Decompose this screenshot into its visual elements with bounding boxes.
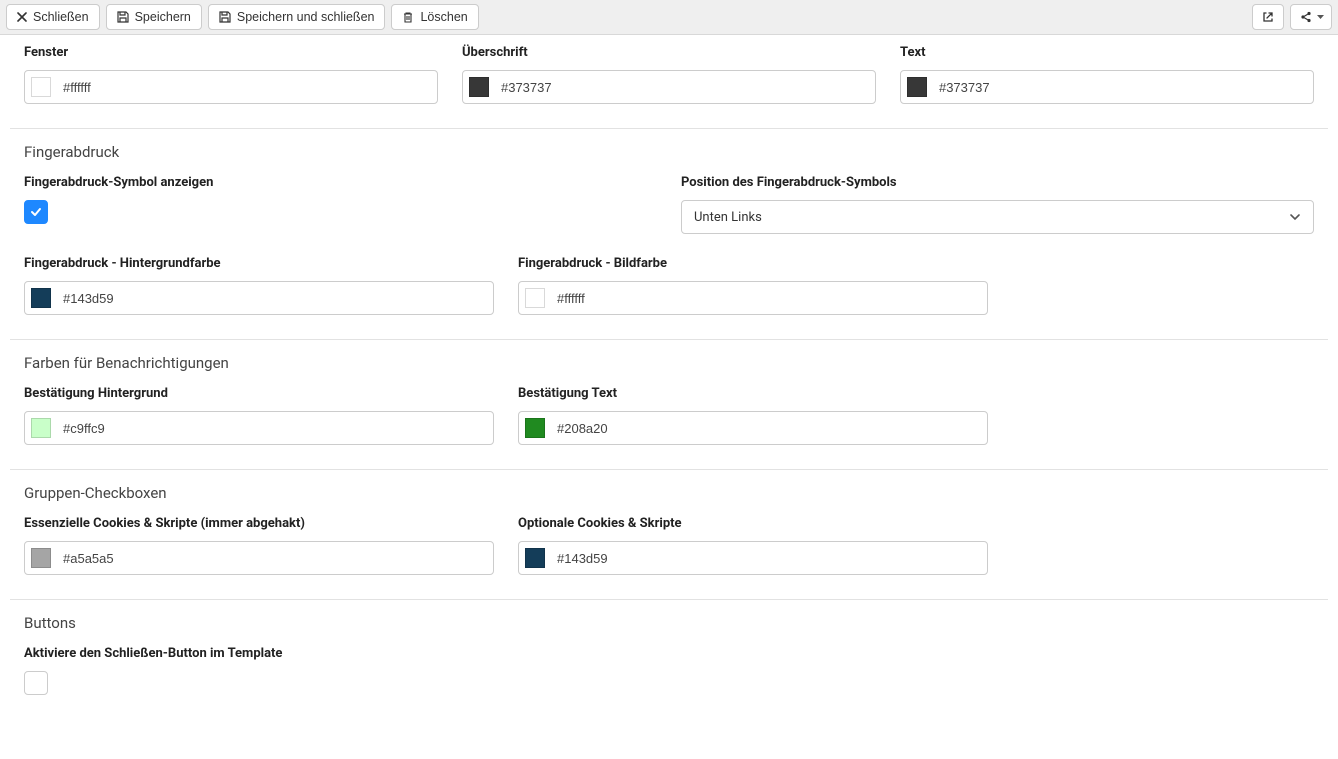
save-close-button-label: Speichern und schließen bbox=[237, 10, 375, 24]
field-fingerprint-img: Fingerabdruck - Bildfarbe bbox=[518, 256, 988, 315]
color-input-confirm-text[interactable] bbox=[518, 411, 988, 445]
swatch-fingerprint-img bbox=[525, 288, 545, 308]
color-value-fingerprint-img[interactable] bbox=[555, 290, 981, 307]
color-input-confirm-bg[interactable] bbox=[24, 411, 494, 445]
color-value-confirm-text[interactable] bbox=[555, 420, 981, 437]
select-fingerprint-position[interactable]: Unten Links bbox=[681, 200, 1314, 234]
color-value-window[interactable] bbox=[61, 79, 431, 96]
save-close-icon bbox=[219, 11, 231, 23]
swatch-confirm-text bbox=[525, 418, 545, 438]
color-input-window[interactable] bbox=[24, 70, 438, 104]
group-checkboxes-section: Gruppen-Checkboxen Essenzielle Cookies &… bbox=[10, 470, 1328, 600]
x-icon bbox=[17, 12, 27, 22]
color-input-essential[interactable] bbox=[24, 541, 494, 575]
label-optional-cookies: Optionale Cookies & Skripte bbox=[518, 516, 988, 531]
field-text-color: Text bbox=[900, 45, 1314, 104]
label-show-fingerprint: Fingerabdruck-Symbol anzeigen bbox=[24, 175, 657, 190]
field-enable-close-button: Aktiviere den Schließen-Button im Templa… bbox=[24, 646, 282, 695]
swatch-window bbox=[31, 77, 51, 97]
buttons-section: Buttons Aktiviere den Schließen-Button i… bbox=[10, 600, 1328, 719]
section-title-fingerprint: Fingerabdruck bbox=[24, 143, 1314, 161]
save-close-button[interactable]: Speichern und schließen bbox=[208, 4, 386, 30]
color-value-essential[interactable] bbox=[61, 550, 487, 567]
label-heading: Überschrift bbox=[462, 45, 876, 60]
color-value-heading[interactable] bbox=[499, 79, 869, 96]
field-confirm-bg: Bestätigung Hintergrund bbox=[24, 386, 494, 445]
color-value-confirm-bg[interactable] bbox=[61, 420, 487, 437]
field-fingerprint-position: Position des Fingerabdruck-Symbols Unten… bbox=[681, 175, 1314, 234]
color-input-fingerprint-bg[interactable] bbox=[24, 281, 494, 315]
close-button[interactable]: Schließen bbox=[6, 4, 100, 30]
color-input-optional[interactable] bbox=[518, 541, 988, 575]
trash-icon bbox=[402, 11, 414, 23]
color-value-fingerprint-bg[interactable] bbox=[61, 290, 487, 307]
toolbar: Schließen Speichern Speichern und schlie… bbox=[0, 0, 1338, 35]
chevron-down-icon bbox=[1289, 213, 1301, 221]
color-value-text[interactable] bbox=[937, 79, 1307, 96]
share-icon bbox=[1299, 10, 1313, 24]
section-title-group-checkboxes: Gruppen-Checkboxen bbox=[24, 484, 1314, 502]
label-essential-cookies: Essenzielle Cookies & Skripte (immer abg… bbox=[24, 516, 494, 531]
checkbox-enable-close-button[interactable] bbox=[24, 671, 48, 695]
field-essential-cookies: Essenzielle Cookies & Skripte (immer abg… bbox=[24, 516, 494, 575]
save-button-label: Speichern bbox=[135, 10, 191, 24]
notifications-section: Farben für Benachrichtigungen Bestätigun… bbox=[10, 340, 1328, 470]
swatch-confirm-bg bbox=[31, 418, 51, 438]
field-window-color: Fenster bbox=[24, 45, 438, 104]
delete-button[interactable]: Löschen bbox=[391, 4, 478, 30]
form-content: Fenster Überschrift Text bbox=[0, 35, 1338, 759]
label-fingerprint-img: Fingerabdruck - Bildfarbe bbox=[518, 256, 988, 271]
color-input-heading[interactable] bbox=[462, 70, 876, 104]
section-title-buttons: Buttons bbox=[24, 614, 1314, 632]
label-fingerprint-position: Position des Fingerabdruck-Symbols bbox=[681, 175, 1314, 190]
external-link-icon bbox=[1261, 10, 1275, 24]
field-show-fingerprint: Fingerabdruck-Symbol anzeigen bbox=[24, 175, 657, 234]
swatch-optional bbox=[525, 548, 545, 568]
label-confirm-text: Bestätigung Text bbox=[518, 386, 988, 401]
delete-button-label: Löschen bbox=[420, 10, 467, 24]
field-fingerprint-bg: Fingerabdruck - Hintergrundfarbe bbox=[24, 256, 494, 315]
swatch-text bbox=[907, 77, 927, 97]
save-button[interactable]: Speichern bbox=[106, 4, 202, 30]
label-text: Text bbox=[900, 45, 1314, 60]
label-enable-close-button: Aktiviere den Schließen-Button im Templa… bbox=[24, 646, 282, 661]
color-value-optional[interactable] bbox=[555, 550, 981, 567]
swatch-fingerprint-bg bbox=[31, 288, 51, 308]
field-heading-color: Überschrift bbox=[462, 45, 876, 104]
share-dropdown-button[interactable] bbox=[1290, 4, 1332, 30]
field-optional-cookies: Optionale Cookies & Skripte bbox=[518, 516, 988, 575]
field-confirm-text: Bestätigung Text bbox=[518, 386, 988, 445]
label-fingerprint-bg: Fingerabdruck - Hintergrundfarbe bbox=[24, 256, 494, 271]
color-input-fingerprint-img[interactable] bbox=[518, 281, 988, 315]
color-input-text[interactable] bbox=[900, 70, 1314, 104]
caret-down-icon bbox=[1317, 15, 1324, 19]
colors-section: Fenster Überschrift Text bbox=[10, 35, 1328, 129]
label-confirm-bg: Bestätigung Hintergrund bbox=[24, 386, 494, 401]
save-icon bbox=[117, 11, 129, 23]
swatch-heading bbox=[469, 77, 489, 97]
label-window: Fenster bbox=[24, 45, 438, 60]
checkbox-show-fingerprint[interactable] bbox=[24, 200, 48, 224]
close-button-label: Schließen bbox=[33, 10, 89, 24]
swatch-essential bbox=[31, 548, 51, 568]
fingerprint-section: Fingerabdruck Fingerabdruck-Symbol anzei… bbox=[10, 129, 1328, 340]
select-value-fingerprint-position: Unten Links bbox=[694, 210, 762, 225]
section-title-notifications: Farben für Benachrichtigungen bbox=[24, 354, 1314, 372]
open-external-button[interactable] bbox=[1252, 4, 1284, 30]
check-icon bbox=[29, 205, 43, 219]
